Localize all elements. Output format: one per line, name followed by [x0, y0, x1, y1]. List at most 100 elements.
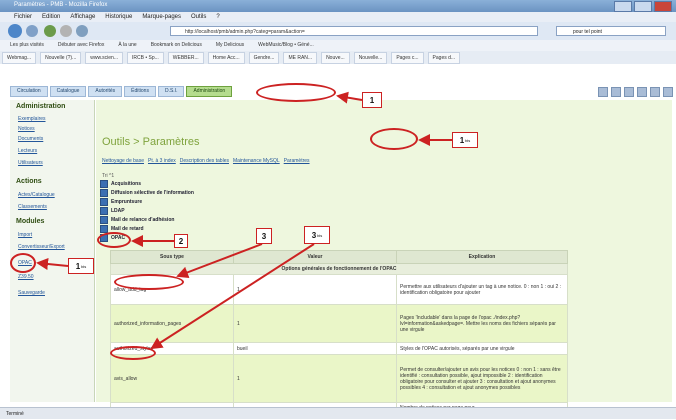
- link-nettoyage[interactable]: Nettoyage de base: [102, 158, 144, 164]
- bookmark-item[interactable]: À la une: [118, 40, 136, 51]
- browser-tab[interactable]: Nouvelle...: [353, 52, 388, 64]
- sidebar-item-documents[interactable]: Documents: [18, 136, 43, 142]
- app-toolbar-icons: [598, 87, 673, 97]
- url-input[interactable]: http://localhost/pmb/admin.php?categ=par…: [170, 26, 538, 36]
- window-icon[interactable]: [650, 87, 660, 97]
- sidebar-item-notices[interactable]: Notices: [18, 126, 35, 132]
- tab-dsi[interactable]: D.S.I.: [157, 86, 185, 97]
- tab-catalogue[interactable]: Catalogue: [49, 86, 87, 97]
- table-row[interactable]: authorized_information_pages 1 Pages 'In…: [110, 304, 568, 343]
- maximize-button[interactable]: [634, 1, 652, 12]
- checkbox-icon: [100, 207, 108, 215]
- bookmark-item[interactable]: My Delicious: [216, 40, 244, 51]
- menu-item-edition[interactable]: Edition: [42, 12, 60, 22]
- param-group-label: Mail de relance d'adhésion: [111, 217, 175, 223]
- stop-icon[interactable]: [60, 25, 72, 37]
- param-group-label: Diffusion sélective de l'information: [111, 190, 194, 196]
- menu-item-help[interactable]: ?: [216, 12, 219, 22]
- param-name[interactable]: avis_allow: [110, 354, 234, 403]
- minimize-button[interactable]: [614, 1, 632, 12]
- print-icon[interactable]: [624, 87, 634, 97]
- window-title: Paramètres - PMB - Mozilla Firefox: [14, 2, 108, 8]
- close-button[interactable]: [654, 1, 672, 12]
- browser-tab[interactable]: Nouvelle (?)...: [40, 52, 82, 64]
- param-group-mail-relance[interactable]: Mail de relance d'adhésion: [100, 216, 174, 224]
- sidebar-item-convertisseur-export[interactable]: Convertisseur/Export: [18, 244, 65, 250]
- browser-tab[interactable]: Pages d...: [427, 52, 461, 64]
- checkbox-icon: [100, 216, 108, 224]
- param-value[interactable]: 1: [233, 354, 397, 403]
- section-title: Options générales de fonctionnement de l…: [110, 263, 568, 275]
- sidebar-item-sauvegarde[interactable]: Sauvegarde: [18, 290, 45, 296]
- help-icon[interactable]: [598, 87, 608, 97]
- param-name[interactable]: authorized_information_pages: [110, 304, 234, 343]
- bookmark-item[interactable]: Bookmark on Delicious: [151, 40, 202, 51]
- home-icon[interactable]: [611, 87, 621, 97]
- link-index[interactable]: Pt. à 3 index: [148, 158, 176, 164]
- param-group-dsi[interactable]: Diffusion sélective de l'information: [100, 189, 194, 197]
- browser-tab[interactable]: Pages c...: [391, 52, 424, 64]
- highlight-opac-checkbox: [97, 232, 131, 248]
- browser-tab[interactable]: WEBBER...: [167, 52, 204, 64]
- checkbox-icon: [100, 180, 108, 188]
- link-description-tables[interactable]: Description des tables: [180, 158, 229, 164]
- param-group-emprunts[interactable]: Empruntsure: [100, 198, 142, 206]
- param-explication: Styles de l'OPAC autorisés, séparés par …: [396, 342, 568, 355]
- sidebar-item-z3950[interactable]: Z39.50: [18, 274, 34, 280]
- callout-3: 3: [256, 228, 272, 244]
- highlight-opac-sidebar: [10, 253, 36, 273]
- bookmark-item[interactable]: WebMusic/Blog • Géné...: [258, 40, 314, 51]
- param-group-ldap[interactable]: LDAP: [100, 207, 125, 215]
- search-input[interactable]: pour tel point: [556, 26, 666, 36]
- bookmark-item[interactable]: Les plus visités: [10, 40, 44, 51]
- bookmark-item[interactable]: Débuter avec Firefox: [58, 40, 104, 51]
- browser-tab[interactable]: IRCB • Sp...: [127, 52, 164, 64]
- browser-tab[interactable]: Nouve...: [321, 52, 350, 64]
- param-group-acquisitions[interactable]: Acquisitions: [100, 180, 141, 188]
- home-icon[interactable]: [76, 25, 88, 37]
- user-icon[interactable]: [637, 87, 647, 97]
- browser-tab[interactable]: Gendre...: [248, 52, 280, 64]
- parameters-table: Sous type Valeur Explication Options gén…: [110, 250, 568, 413]
- sidebar-item-utilisateurs[interactable]: Utilisateurs: [18, 160, 43, 166]
- table-section-row: Options générales de fonctionnement de l…: [110, 263, 568, 275]
- back-icon[interactable]: [8, 24, 22, 38]
- sidebar-item-classements[interactable]: Classements: [18, 204, 47, 210]
- logout-icon[interactable]: [663, 87, 673, 97]
- browser-tab[interactable]: ME RAN...: [283, 52, 318, 64]
- reload-icon[interactable]: [44, 25, 56, 37]
- table-row[interactable]: avis_allow 1 Permet de consulter/ajouter…: [110, 354, 568, 403]
- menu-item-affichage[interactable]: Affichage: [70, 12, 95, 22]
- browser-tab[interactable]: www.scien...: [85, 52, 124, 64]
- param-value[interactable]: 1: [233, 304, 397, 343]
- menu-item-fichier[interactable]: Fichier: [14, 12, 32, 22]
- param-group-label: Acquisitions: [111, 181, 142, 187]
- tab-administration[interactable]: Administration: [186, 86, 233, 97]
- browser-tab[interactable]: Webmag...: [2, 52, 37, 64]
- forward-icon[interactable]: [26, 25, 38, 37]
- callout-3-bis: 3 bis: [304, 226, 330, 244]
- menu-item-marque-pages[interactable]: Marque-pages: [142, 12, 181, 22]
- tab-autorites[interactable]: Autorités: [88, 86, 123, 97]
- window-controls: [614, 1, 672, 12]
- sidebar-item-actes-catalogue[interactable]: Actes/Catalogue: [18, 192, 55, 198]
- column-header[interactable]: Valeur: [233, 250, 397, 264]
- table-row[interactable]: authorized_styles bueil Styles de l'OPAC…: [110, 342, 568, 355]
- sidebar-section-actions: Actions: [16, 178, 42, 185]
- param-explication: Pages 'Includable' dans la page de l'opa…: [396, 304, 568, 343]
- sidebar-item-import[interactable]: Import: [18, 232, 32, 238]
- param-value[interactable]: bueil: [233, 342, 397, 355]
- tab-editions[interactable]: Éditions: [124, 86, 156, 97]
- browser-tab[interactable]: Home Acc...: [207, 52, 245, 64]
- menu-item-historique[interactable]: Historique: [105, 12, 132, 22]
- tab-circulation[interactable]: Circulation: [10, 86, 48, 97]
- sidebar-item-lecteurs[interactable]: Lecteurs: [18, 148, 37, 154]
- sidebar-item-exemplaires[interactable]: Exemplaires: [18, 116, 46, 122]
- param-value[interactable]: 1: [233, 274, 397, 305]
- sidebar: Administration Exemplaires Notices Docum…: [10, 100, 95, 402]
- column-header[interactable]: Explication: [396, 250, 568, 264]
- menu-item-outils[interactable]: Outils: [191, 12, 206, 22]
- link-parametres[interactable]: Paramètres: [284, 158, 310, 164]
- column-header[interactable]: Sous type: [110, 250, 234, 264]
- link-maintenance-mysql[interactable]: Maintenance MySQL: [233, 158, 280, 164]
